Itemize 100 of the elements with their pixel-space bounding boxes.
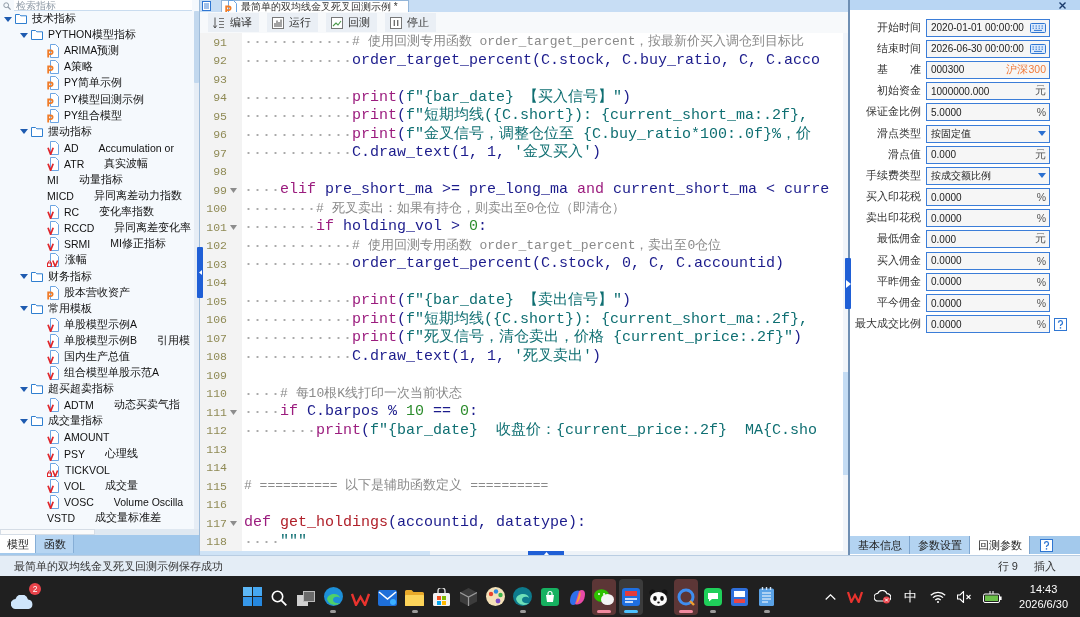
input-field[interactable]: 0.0000 %	[926, 188, 1050, 207]
tree-item[interactable]: 涨幅	[65, 253, 87, 268]
panel-tab[interactable]: 函数	[36, 535, 74, 553]
weather-button[interactable]: 2	[11, 582, 41, 611]
help-icon[interactable]	[1040, 538, 1053, 552]
tree-item[interactable]: PY组合模型	[64, 108, 122, 123]
tree-item[interactable]: PY模型回测示例	[64, 92, 144, 107]
splitter-handle[interactable]	[528, 551, 564, 555]
keyboard-icon[interactable]	[1030, 22, 1046, 33]
input-field[interactable]: 000300 沪深300	[926, 60, 1050, 79]
tree-folder[interactable]: 技术指标	[32, 12, 76, 27]
tree-item[interactable]: TICKVOL	[65, 463, 110, 476]
clock-button[interactable]: 14:43 2026/6/30	[1019, 581, 1068, 612]
scrollbar-thumb[interactable]	[200, 551, 430, 555]
panel-tab[interactable]: 参数设置	[910, 536, 970, 554]
keyboard-icon[interactable]	[1030, 43, 1046, 54]
input-field[interactable]: 0.0000 %	[926, 272, 1050, 291]
scrollbar-thumb[interactable]	[0, 529, 95, 535]
line-number: 108	[205, 350, 227, 364]
tree-item[interactable]: ADTM	[64, 399, 94, 412]
tree-item[interactable]: A策略	[64, 60, 93, 75]
tree-item[interactable]: AMOUNT	[64, 431, 110, 444]
fold-arrow-icon[interactable]	[230, 409, 237, 415]
input-field[interactable]: 0.0000 %	[926, 251, 1050, 270]
tree-item[interactable]: VOL	[64, 479, 85, 492]
dropdown[interactable]: 按成交额比例	[926, 166, 1050, 185]
fold-arrow-icon[interactable]	[230, 224, 237, 230]
caret-down-icon[interactable]	[4, 16, 12, 22]
input-field[interactable]: 0.0000 %	[926, 209, 1050, 228]
input-field[interactable]: 5.0000 %	[926, 103, 1050, 122]
stop-button[interactable]: 停止	[385, 13, 436, 32]
tree-item[interactable]: AD	[64, 141, 79, 154]
date-field[interactable]: 2026-06-30 00:00:00	[926, 39, 1050, 58]
line-number: 93	[212, 72, 227, 86]
caret-down-icon[interactable]	[20, 129, 28, 135]
help-icon[interactable]	[1054, 317, 1067, 331]
tree-item[interactable]: 组合模型单股示范A	[64, 366, 159, 381]
tray-button[interactable]	[983, 590, 1003, 603]
tree-item[interactable]: 单股模型示例A	[64, 317, 137, 332]
search-field[interactable]: 检索指标	[14, 0, 192, 11]
fold-arrow-icon[interactable]	[230, 187, 237, 193]
tree-folder[interactable]: 常用模板	[48, 301, 92, 316]
input-field[interactable]: 0.0000 %	[926, 315, 1050, 334]
tray-button[interactable]	[957, 590, 973, 603]
tree-item[interactable]: ARIMA预测	[64, 44, 120, 59]
tree-folder[interactable]: 摆动指标	[48, 124, 92, 139]
tree-item[interactable]: VSTD	[47, 511, 75, 524]
caret-down-icon[interactable]	[20, 32, 28, 38]
taskbar-button[interactable]	[619, 578, 644, 615]
tray-button[interactable]	[874, 589, 892, 604]
caret-down-icon[interactable]	[20, 418, 28, 424]
input-field[interactable]: 0.000 元	[926, 145, 1050, 164]
taskbar-button[interactable]	[592, 578, 617, 615]
tree-item[interactable]: ATR	[64, 157, 85, 170]
code-line: order_target_percent(C.stock, 0, C, C.accountid)	[244, 255, 785, 274]
taskbar-button[interactable]	[673, 578, 698, 615]
panel-tab[interactable]: 回测参数	[970, 536, 1030, 554]
panel-tab[interactable]: 模型	[0, 535, 36, 553]
tree-item[interactable]: PSY	[64, 447, 85, 460]
close-icon[interactable]	[1059, 1, 1066, 9]
tree-item[interactable]: 国内生产总值	[64, 350, 130, 364]
tree-item[interactable]: 股本营收资产	[64, 285, 130, 300]
input-field[interactable]: 0.0000 %	[926, 294, 1050, 313]
splitter-handle[interactable]	[197, 247, 203, 298]
list-icon[interactable]	[202, 1, 211, 11]
caret-down-icon[interactable]	[1038, 173, 1046, 179]
caret-right-icon[interactable]	[845, 279, 851, 288]
tree-folder[interactable]: 超买超卖指标	[48, 382, 114, 397]
run-button[interactable]: 运行	[267, 13, 318, 32]
show-hidden-icons-button[interactable]	[825, 593, 837, 600]
scrollbar-thumb[interactable]	[843, 372, 848, 475]
tree-item[interactable]: MICD	[47, 190, 74, 203]
line-number: 99	[212, 183, 227, 197]
scrollbar-thumb[interactable]	[194, 11, 199, 83]
splitter-handle[interactable]	[845, 258, 851, 309]
tray-button[interactable]	[930, 590, 947, 603]
panel-tab[interactable]: 基本信息	[850, 536, 910, 554]
tree-item[interactable]: RC	[64, 206, 80, 219]
tree-item[interactable]: MI	[47, 174, 59, 186]
caret-down-icon[interactable]	[1038, 131, 1046, 137]
backtest-button[interactable]: 回测	[326, 13, 377, 32]
file-tab[interactable]: 最简单的双均线金叉死叉回测示例 *	[221, 0, 409, 12]
tree-item[interactable]: RCCD	[64, 222, 95, 235]
tree-folder[interactable]: 成交量指标	[48, 414, 103, 429]
dropdown[interactable]: 按固定值	[926, 124, 1050, 143]
input-method-button[interactable]: 中	[902, 587, 920, 606]
tree-item[interactable]: SRMI	[64, 238, 91, 251]
tree-item[interactable]: PY简单示例	[64, 76, 122, 91]
fold-arrow-icon[interactable]	[230, 520, 237, 526]
tree-folder[interactable]: PYTHON模型指标	[48, 28, 136, 43]
tree-item[interactable]: 单股模型示例B	[64, 333, 137, 348]
input-field[interactable]: 0.000 元	[926, 230, 1050, 249]
input-field[interactable]: 1000000.000 元	[926, 82, 1050, 101]
compile-button[interactable]: 编译	[208, 13, 259, 32]
caret-down-icon[interactable]	[20, 274, 28, 280]
date-field[interactable]: 2020-01-01 00:00:00	[926, 18, 1050, 37]
tree-item[interactable]: VOSC	[64, 495, 94, 508]
caret-down-icon[interactable]	[20, 386, 28, 392]
tree-folder[interactable]: 财务指标	[48, 269, 92, 284]
caret-down-icon[interactable]	[20, 306, 28, 312]
